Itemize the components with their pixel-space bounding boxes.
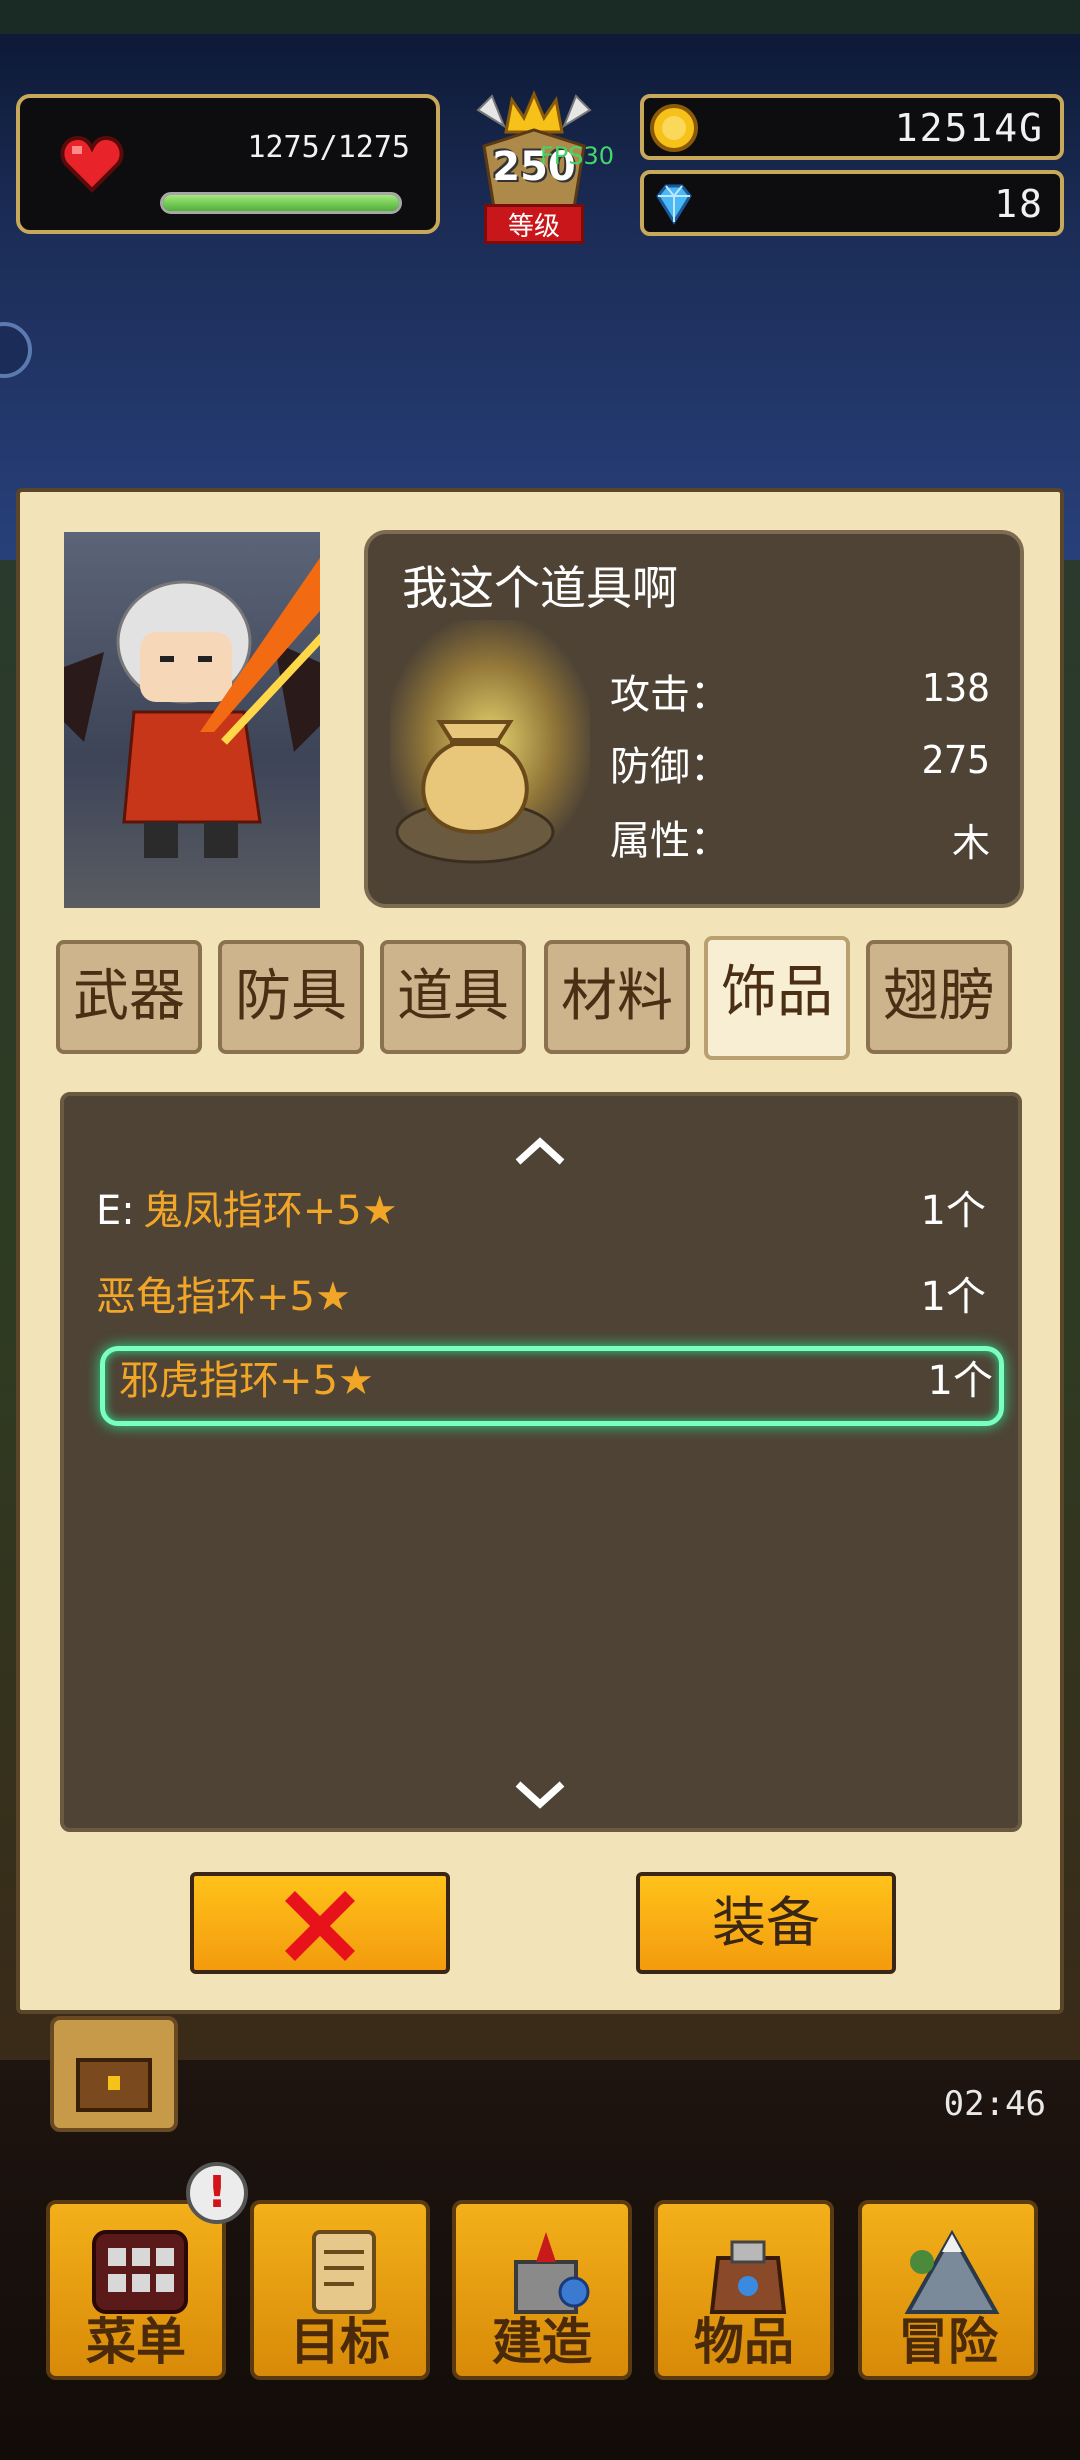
close-icon bbox=[285, 1891, 355, 1961]
stat-attack-row: 攻击： 138 bbox=[610, 662, 990, 722]
close-button[interactable] bbox=[190, 1872, 450, 1974]
nav-label: 物品 bbox=[694, 2313, 794, 2371]
hp-text: 1275/1275 bbox=[247, 130, 410, 165]
alert-badge[interactable]: ! bbox=[186, 2162, 248, 2224]
nav-label: 建造 bbox=[492, 2313, 592, 2371]
money-bag-icon bbox=[395, 720, 555, 864]
tab-label: 道具 bbox=[397, 964, 509, 1029]
stat-value: 木 bbox=[951, 821, 990, 865]
gold-amount: 12514G bbox=[894, 106, 1044, 150]
item-list: E: 鬼凤指环+5★ 1个 恶龟指环+5★ 1个 邪虎指环+5★ 1个 bbox=[60, 1092, 1022, 1832]
nav-goals-button[interactable]: 目标 bbox=[250, 2200, 430, 2380]
hp-panel: 1275/1275 bbox=[16, 94, 440, 234]
item-info-box: 我这个道具啊 攻击： 138 防御： 275 属性： 木 bbox=[364, 530, 1024, 908]
hero-character-art bbox=[24, 552, 367, 858]
item-name: 鬼凤指环+5★ bbox=[142, 1188, 398, 1234]
chevron-down-icon[interactable] bbox=[514, 1780, 566, 1810]
equip-button-label: 装备 bbox=[712, 1891, 820, 1954]
stat-defense-row: 防御： 275 bbox=[610, 734, 990, 794]
timer-text: 02:46 bbox=[943, 2084, 1046, 2124]
nav-menu-button[interactable]: 菜单 bbox=[46, 2200, 226, 2380]
item-name: 邪虎指环+5★ bbox=[119, 1358, 374, 1404]
list-item[interactable]: 恶龟指环+5★ 1个 bbox=[96, 1262, 992, 1336]
tab-label: 翅膀 bbox=[883, 964, 995, 1029]
item-quantity: 1个 bbox=[920, 1274, 986, 1320]
gem-panel[interactable]: 18 bbox=[640, 170, 1064, 236]
tab-wings[interactable]: 翅膀 bbox=[866, 940, 1012, 1054]
nav-label: 冒险 bbox=[898, 2313, 998, 2371]
nav-label: 目标 bbox=[290, 2313, 390, 2371]
inventory-panel: 我这个道具啊 攻击： 138 防御： 275 属性： 木 武器 防具 道具 材料… bbox=[16, 488, 1064, 2014]
stat-label: 属性： bbox=[610, 818, 730, 864]
status-strip bbox=[0, 0, 1080, 34]
equip-button[interactable]: 装备 bbox=[636, 1872, 896, 1974]
list-item[interactable]: E: 鬼凤指环+5★ 1个 bbox=[96, 1176, 992, 1250]
heart-icon bbox=[60, 135, 124, 193]
tab-materials[interactable]: 材料 bbox=[544, 940, 690, 1054]
treasure-chest-icon bbox=[76, 2058, 152, 2112]
nav-label: 菜单 bbox=[86, 2313, 186, 2371]
tab-label: 武器 bbox=[73, 964, 185, 1029]
gem-amount: 18 bbox=[994, 182, 1044, 226]
item-name-cell: E: 鬼凤指环+5★ bbox=[96, 1176, 398, 1246]
tab-weapons[interactable]: 武器 bbox=[56, 940, 202, 1054]
item-quantity: 1个 bbox=[920, 1188, 986, 1234]
quest-chest-button[interactable] bbox=[50, 2016, 178, 2132]
stat-value: 138 bbox=[921, 666, 990, 710]
tab-label: 材料 bbox=[561, 964, 673, 1029]
hp-bar bbox=[160, 192, 402, 214]
tab-armor[interactable]: 防具 bbox=[218, 940, 364, 1054]
list-item-selected[interactable]: 邪虎指环+5★ 1个 bbox=[100, 1346, 1004, 1426]
tab-items[interactable]: 道具 bbox=[380, 940, 526, 1054]
stat-label: 攻击： bbox=[610, 672, 730, 718]
nav-items-button[interactable]: 物品 bbox=[654, 2200, 834, 2380]
item-name: 恶龟指环+5★ bbox=[96, 1274, 351, 1320]
stat-attribute-row: 属性： 木 bbox=[610, 808, 990, 868]
equipped-marker: E: bbox=[96, 1188, 135, 1234]
chevron-up-icon[interactable] bbox=[514, 1136, 566, 1166]
gem-icon bbox=[656, 184, 692, 225]
tab-label: 防具 bbox=[235, 964, 347, 1029]
stat-value: 275 bbox=[921, 738, 990, 782]
tab-accessories[interactable]: 饰品 bbox=[704, 936, 850, 1060]
gold-panel[interactable]: 12514G bbox=[640, 94, 1064, 160]
stat-label: 防御： bbox=[610, 744, 730, 790]
sky-background bbox=[0, 0, 1080, 560]
nav-adventure-button[interactable]: 冒险 bbox=[858, 2200, 1038, 2380]
timer-widget[interactable]: 02:46 bbox=[918, 2016, 1050, 2128]
item-quantity: 1个 bbox=[927, 1358, 993, 1404]
nav-build-button[interactable]: 建造 bbox=[452, 2200, 632, 2380]
level-label: 等级 bbox=[484, 204, 584, 244]
item-name: 我这个道具啊 bbox=[402, 561, 678, 615]
fps-counter: FPS30 bbox=[540, 142, 615, 170]
tab-label: 饰品 bbox=[721, 960, 833, 1025]
gold-coin-icon bbox=[650, 104, 698, 152]
hero-portrait bbox=[24, 532, 367, 908]
hp-bar-fill bbox=[163, 195, 399, 211]
